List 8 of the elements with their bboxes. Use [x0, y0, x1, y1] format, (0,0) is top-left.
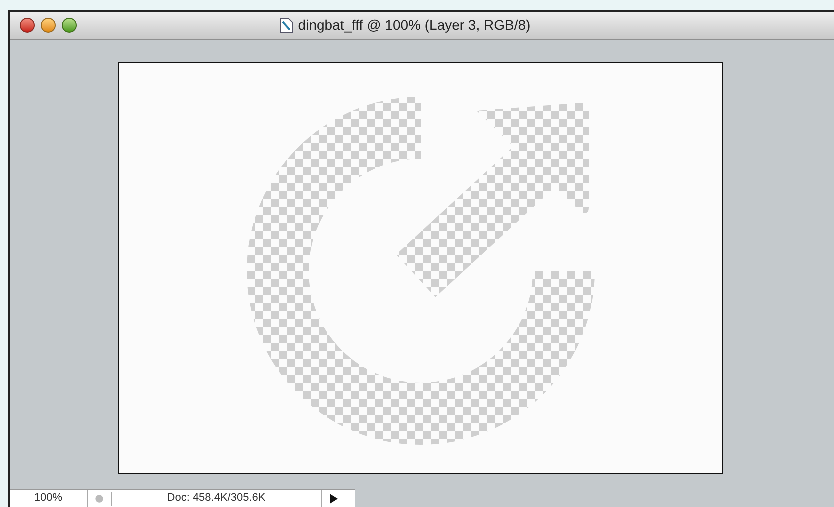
close-button[interactable]: [20, 18, 35, 33]
minimize-button[interactable]: [41, 18, 56, 33]
play-icon: [330, 494, 338, 504]
document-size: Doc: 458.4K/305.6K: [112, 490, 322, 507]
zoom-level: 100%: [10, 490, 88, 507]
zoom-button[interactable]: [62, 18, 77, 33]
document-icon: [280, 18, 294, 34]
window-title: dingbat_fff @ 100% (Layer 3, RGB/8): [298, 16, 531, 35]
